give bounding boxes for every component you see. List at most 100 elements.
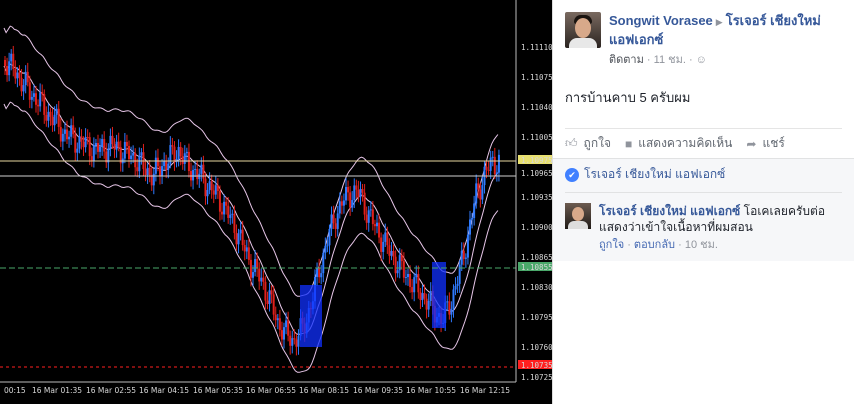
candle-body (427, 300, 430, 310)
candle-body (123, 141, 126, 159)
author-avatar[interactable] (565, 12, 601, 48)
candle-body (218, 191, 221, 212)
candle-body (22, 85, 25, 92)
price-tick-label: 1.11075 (521, 73, 552, 82)
comment-like-link[interactable]: ถูกใจ (599, 239, 624, 251)
candle-body (144, 169, 147, 176)
candle-body (429, 291, 432, 301)
post-actions: 👍︎ ถูกใจ ■ แสดงความคิดเห็น ➦ แชร์ (565, 128, 842, 158)
price-tick-label: 1.11005 (521, 133, 552, 142)
candle-body (146, 167, 149, 176)
comment: โรเจอร์ เชียงใหม่ แอฟเอกซ์ โอเคเลยครับต่… (565, 203, 842, 253)
author-name[interactable]: Songwit Vorasee (609, 13, 713, 28)
forex-chart[interactable]: 1.11110 1.11075 1.11040 1.11005 1.10975 1.109… (0, 0, 552, 404)
candle-body (136, 167, 139, 172)
candle-body (181, 156, 184, 164)
candle-body (111, 135, 114, 145)
candle-body (227, 205, 230, 218)
candle-body (283, 327, 285, 340)
candle-body (90, 156, 93, 161)
comment-label: แสดงความคิดเห็น (638, 136, 733, 150)
candle-body (76, 148, 79, 153)
like-badge-icon: ✔ (565, 167, 579, 182)
candle-body (196, 168, 199, 180)
commenter-avatar[interactable] (565, 203, 591, 229)
candle-body (266, 300, 269, 305)
candle-body (469, 219, 471, 235)
candle-body (363, 192, 366, 215)
comment-reply-link[interactable]: ตอบกลับ (634, 239, 675, 251)
time-tick-label: 16 Mar 12:15 (460, 386, 510, 395)
candle-body (295, 339, 298, 347)
candle-body (291, 338, 294, 346)
share-button[interactable]: ➦ แชร์ (746, 134, 784, 153)
candle-body (380, 237, 383, 252)
price-tick-label: 1.10795 (521, 313, 552, 322)
candle-body (289, 335, 292, 346)
candle-body (264, 281, 267, 301)
candle-body (485, 166, 488, 170)
candle-body (270, 290, 273, 295)
candle-body (376, 222, 378, 227)
candle-body (39, 92, 42, 107)
candle-body (47, 111, 50, 121)
candle-body (20, 77, 23, 92)
candle-body (41, 92, 44, 95)
candle-body (233, 213, 236, 233)
time-tick-label: 16 Mar 01:35 (32, 386, 82, 395)
candle-body (84, 136, 87, 148)
candle-body (204, 178, 207, 197)
candle-body (454, 285, 457, 290)
highlight-zone (432, 262, 446, 328)
time-tick-label: 16 Mar 05:35 (193, 386, 243, 395)
candle-body (423, 293, 426, 299)
like-button[interactable]: 👍︎ ถูกใจ (565, 134, 611, 153)
candlestick-chart[interactable]: 1.11110 1.11075 1.11040 1.11005 1.10975 1.109… (0, 0, 552, 404)
candle-body (173, 146, 176, 163)
candle-body (316, 267, 319, 277)
candle-body (183, 153, 186, 164)
price-tick-label: 1.10855 (521, 263, 552, 272)
likes-summary[interactable]: ✔ โรเจอร์ เชียงใหม่ แอฟเอกซ์ (565, 165, 842, 193)
comment-time[interactable]: 10 ชม. (685, 239, 718, 251)
candle-body (384, 232, 387, 242)
candle-body (45, 114, 48, 121)
candle-body (229, 214, 232, 218)
candle-body (254, 259, 257, 273)
candle-body (154, 157, 157, 174)
candle-body (115, 141, 118, 150)
candle-body (326, 245, 329, 247)
candle-body (371, 209, 374, 225)
candle-body (179, 146, 182, 157)
candle-body (216, 185, 219, 192)
candle-body (464, 257, 467, 259)
candle-body (297, 336, 300, 347)
commenter-name[interactable]: โรเจอร์ เชียงใหม่ แอฟเอกซ์ (599, 204, 740, 218)
candle-body (495, 172, 498, 174)
candle-body (367, 210, 370, 223)
candle-body (70, 125, 73, 137)
candle-body (66, 129, 68, 140)
candle-body (138, 155, 141, 172)
post-time[interactable]: 11 ชม. (654, 54, 686, 66)
candle-body (97, 142, 99, 152)
candle-body (349, 192, 352, 208)
price-tick-label: 1.10975 (521, 156, 552, 165)
highlight-zone (300, 285, 322, 347)
candle-body (245, 247, 248, 252)
candle-body (161, 166, 164, 176)
share-label: แชร์ (762, 136, 785, 150)
price-axis-bg (516, 0, 552, 382)
candle-body (51, 116, 54, 126)
likes-text[interactable]: โรเจอร์ เชียงใหม่ แอฟเอกซ์ (584, 165, 725, 184)
candle-body (460, 250, 463, 265)
comment-button[interactable]: ■ แสดงความคิดเห็น (625, 134, 732, 153)
candle-body (392, 251, 395, 257)
candle-body (285, 320, 288, 328)
candle-body (355, 185, 358, 190)
follow-link[interactable]: ติดตาม (609, 54, 644, 66)
candle-body (249, 259, 252, 278)
time-tick-label: 16 Mar 06:55 (246, 386, 296, 395)
candle-body (411, 287, 414, 293)
candle-body (388, 245, 391, 256)
